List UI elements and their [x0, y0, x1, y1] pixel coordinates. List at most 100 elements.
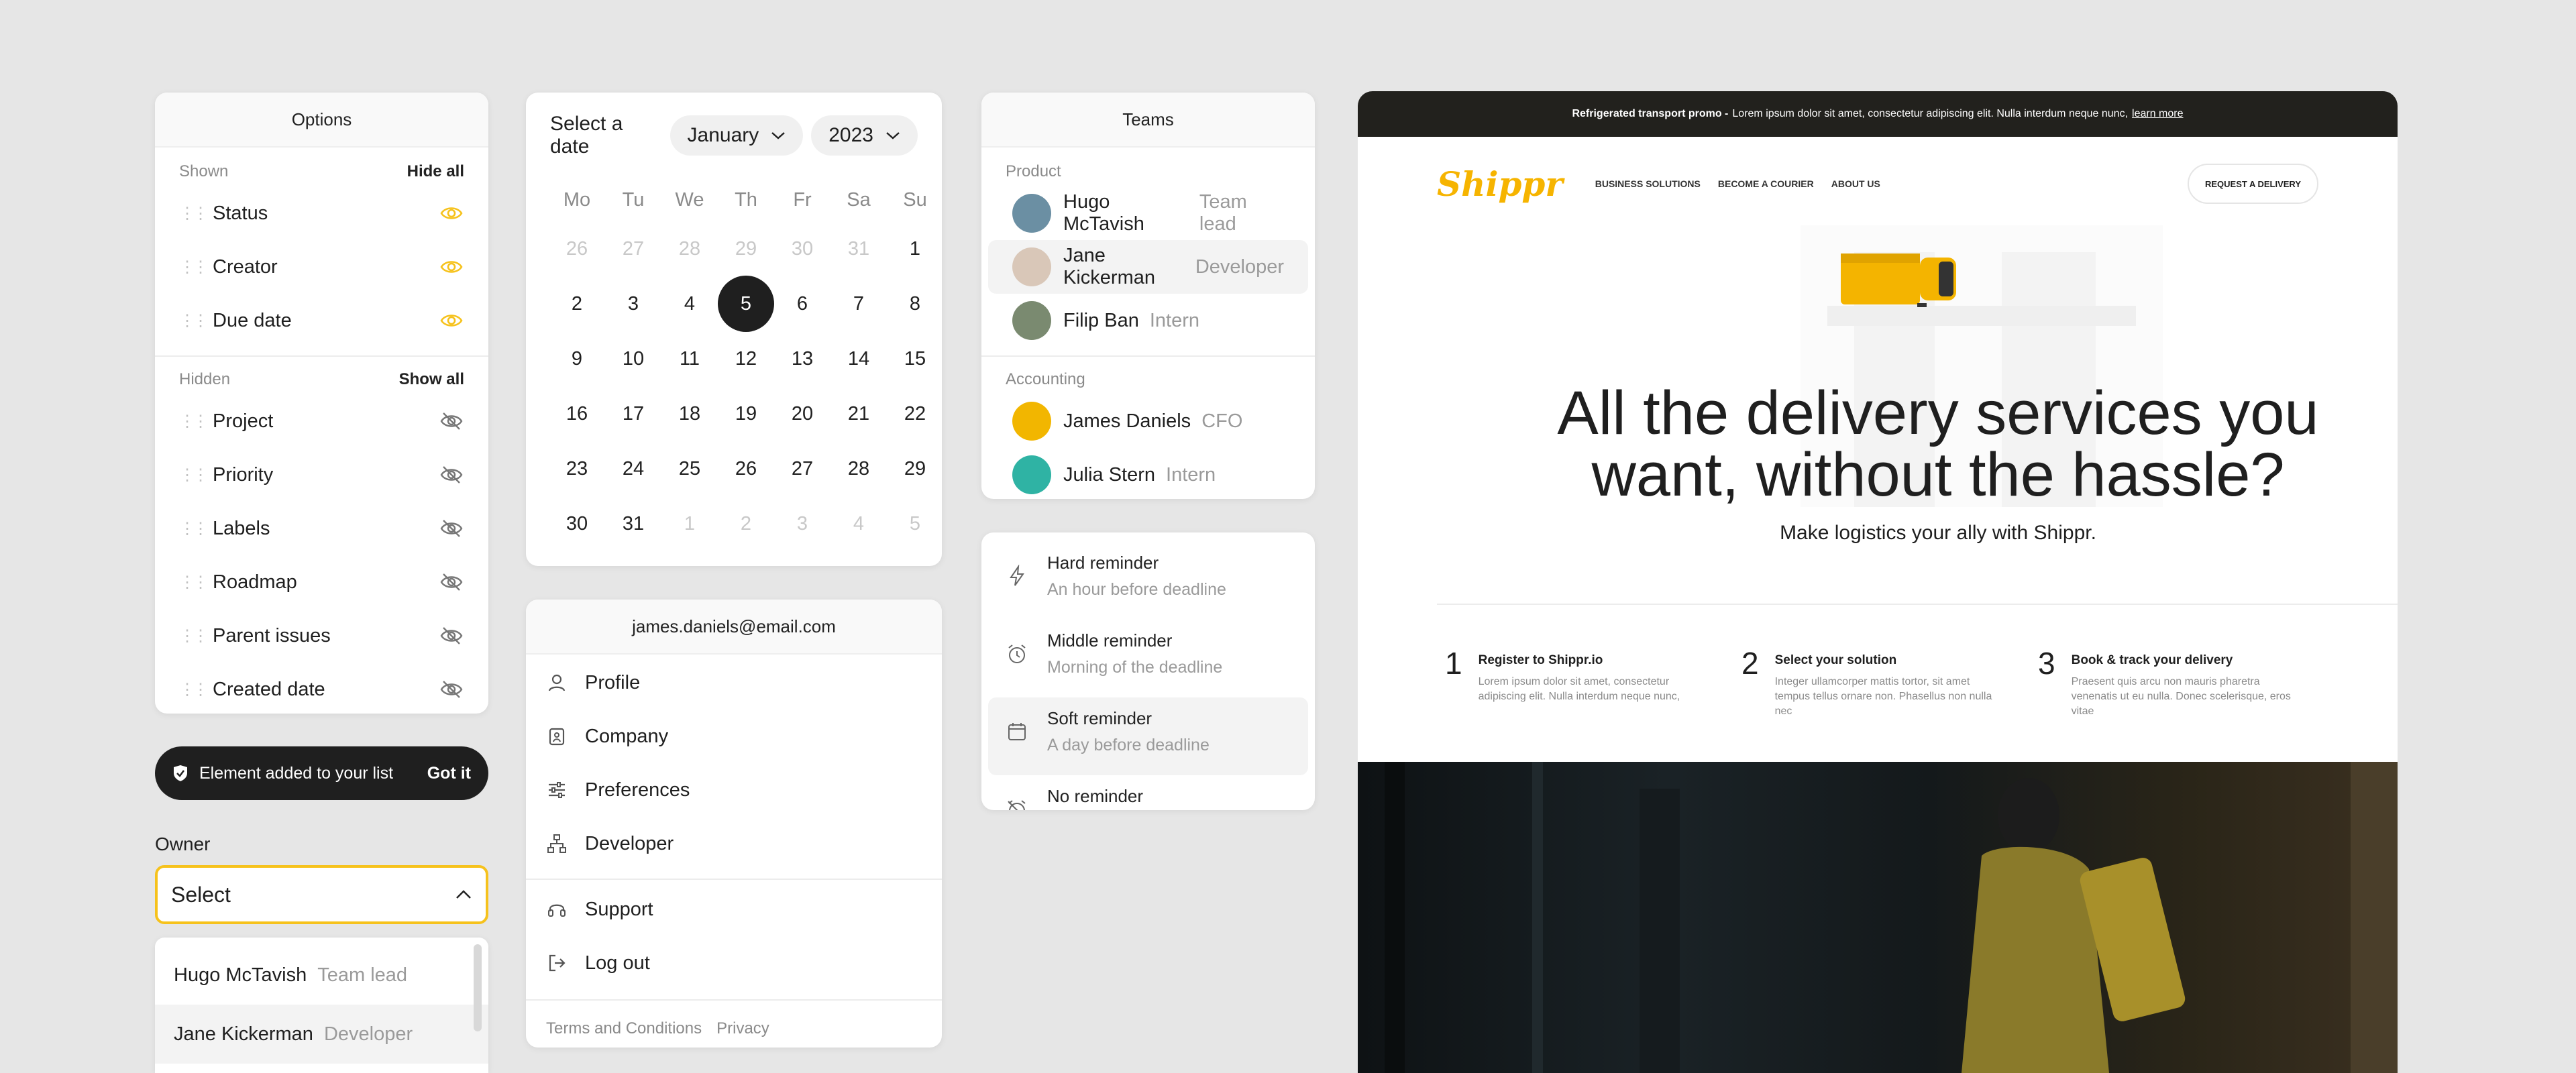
team-member[interactable]: Filip Ban Intern [988, 294, 1308, 347]
team-member[interactable]: Hugo McTavish Team lead [988, 186, 1308, 240]
day-cell[interactable]: 18 [661, 386, 718, 441]
day-cell[interactable]: 29 [718, 221, 774, 276]
owner-select[interactable]: Select [155, 865, 488, 924]
day-cell[interactable]: 21 [830, 386, 887, 441]
day-cell[interactable]: 19 [718, 386, 774, 441]
option-row[interactable]: ⋮⋮ Project [155, 394, 488, 448]
day-cell[interactable]: 16 [549, 386, 605, 441]
day-cell[interactable]: 2 [718, 496, 774, 551]
day-cell[interactable]: 27 [605, 221, 661, 276]
team-member[interactable]: James Daniels CFO [988, 394, 1308, 448]
team-member[interactable]: Jane Kickerman Developer [988, 240, 1308, 294]
drag-handle-icon[interactable]: ⋮⋮ [179, 311, 209, 331]
eye-off-icon[interactable] [439, 569, 464, 595]
day-cell[interactable]: 30 [549, 496, 605, 551]
day-cell-selected[interactable]: 5 [718, 276, 774, 332]
day-cell[interactable]: 20 [774, 386, 830, 441]
drag-handle-icon[interactable]: ⋮⋮ [179, 258, 209, 277]
day-cell[interactable]: 17 [605, 386, 661, 441]
day-cell[interactable]: 13 [774, 331, 830, 386]
terms-link[interactable]: Terms and Conditions [546, 1019, 702, 1038]
day-cell[interactable]: 6 [774, 276, 830, 331]
nav-become-courier[interactable]: BECOME A COURIER [1718, 178, 1814, 189]
menu-company[interactable]: Company [526, 710, 942, 763]
day-cell[interactable]: 24 [605, 441, 661, 496]
day-cell[interactable]: 22 [887, 386, 942, 441]
day-cell[interactable]: 23 [549, 441, 605, 496]
show-all-button[interactable]: Show all [399, 370, 464, 389]
reminder-option[interactable]: Soft reminder A day before deadline [988, 697, 1308, 775]
day-cell[interactable]: 1 [661, 496, 718, 551]
day-cell[interactable]: 30 [774, 221, 830, 276]
menu-preferences[interactable]: Preferences [526, 763, 942, 817]
team-member[interactable]: Julia Stern Intern [988, 448, 1308, 499]
eye-off-icon[interactable] [439, 623, 464, 648]
day-cell[interactable]: 27 [774, 441, 830, 496]
request-delivery-button[interactable]: REQUEST A DELIVERY [2187, 164, 2318, 204]
option-row[interactable]: ⋮⋮ Labels [155, 502, 488, 555]
eye-icon[interactable] [439, 308, 464, 333]
eye-off-icon[interactable] [439, 677, 464, 702]
option-row[interactable]: ⋮⋮ Created date [155, 663, 488, 714]
drag-handle-icon[interactable]: ⋮⋮ [179, 519, 209, 539]
eye-icon[interactable] [439, 254, 464, 280]
day-cell[interactable]: 4 [661, 276, 718, 331]
got-it-button[interactable]: Got it [427, 764, 471, 783]
day-cell[interactable]: 12 [718, 331, 774, 386]
reminder-option[interactable]: Hard reminder An hour before deadline [988, 542, 1308, 620]
reminder-option[interactable]: No reminderNo reminder at all [988, 775, 1308, 810]
menu-profile[interactable]: Profile [526, 656, 942, 710]
year-select[interactable]: 2023 [811, 115, 918, 156]
day-cell[interactable]: 14 [830, 331, 887, 386]
day-cell[interactable]: 8 [887, 276, 942, 331]
menu-developer[interactable]: Developer [526, 817, 942, 870]
day-cell[interactable]: 11 [661, 331, 718, 386]
option-row[interactable]: ⋮⋮ Status [155, 186, 488, 240]
eye-off-icon[interactable] [439, 408, 464, 434]
drag-handle-icon[interactable]: ⋮⋮ [179, 626, 209, 646]
owner-option[interactable]: Hugo McTavish Team lead [155, 946, 488, 1005]
menu-support[interactable]: Support [526, 883, 942, 936]
drag-handle-icon[interactable]: ⋮⋮ [179, 573, 209, 592]
day-cell[interactable]: 3 [605, 276, 661, 331]
day-cell[interactable]: 2 [549, 276, 605, 331]
day-cell[interactable]: 26 [718, 441, 774, 496]
day-cell[interactable]: 4 [830, 496, 887, 551]
drag-handle-icon[interactable]: ⋮⋮ [179, 204, 209, 223]
day-cell[interactable]: 26 [549, 221, 605, 276]
privacy-link[interactable]: Privacy [716, 1019, 769, 1038]
menu-logout[interactable]: Log out [526, 936, 942, 990]
eye-icon[interactable] [439, 201, 464, 226]
day-cell[interactable]: 25 [661, 441, 718, 496]
dropdown-scrollbar[interactable] [474, 944, 482, 1031]
drag-handle-icon[interactable]: ⋮⋮ [179, 680, 209, 699]
day-cell[interactable]: 3 [774, 496, 830, 551]
option-row[interactable]: ⋮⋮ Priority [155, 448, 488, 502]
eye-off-icon[interactable] [439, 462, 464, 488]
reminder-option[interactable]: Middle reminder Morning of the deadline [988, 620, 1308, 697]
day-cell[interactable]: 5 [887, 496, 942, 551]
day-cell[interactable]: 28 [830, 441, 887, 496]
day-cell[interactable]: 31 [605, 496, 661, 551]
day-cell[interactable]: 15 [887, 331, 942, 386]
option-row[interactable]: ⋮⋮ Creator [155, 240, 488, 294]
day-cell[interactable]: 7 [830, 276, 887, 331]
option-row[interactable]: ⋮⋮ Parent issues [155, 609, 488, 663]
nav-about-us[interactable]: ABOUT US [1831, 178, 1880, 189]
owner-option[interactable]: Jane Kickerman Developer [155, 1005, 488, 1064]
drag-handle-icon[interactable]: ⋮⋮ [179, 412, 209, 431]
day-cell[interactable]: 31 [830, 221, 887, 276]
option-row[interactable]: ⋮⋮ Roadmap [155, 555, 488, 609]
day-cell[interactable]: 1 [887, 221, 942, 276]
hide-all-button[interactable]: Hide all [407, 162, 464, 181]
eye-off-icon[interactable] [439, 516, 464, 541]
day-cell[interactable]: 10 [605, 331, 661, 386]
promo-link[interactable]: learn more [2132, 108, 2183, 120]
option-row[interactable]: ⋮⋮ Due date [155, 294, 488, 347]
day-cell[interactable]: 9 [549, 331, 605, 386]
month-select[interactable]: January [669, 115, 804, 156]
nav-business-solutions[interactable]: BUSINESS SOLUTIONS [1595, 178, 1701, 189]
day-cell[interactable]: 28 [661, 221, 718, 276]
day-cell[interactable]: 29 [887, 441, 942, 496]
shippr-logo[interactable]: Shippr [1437, 164, 1563, 204]
